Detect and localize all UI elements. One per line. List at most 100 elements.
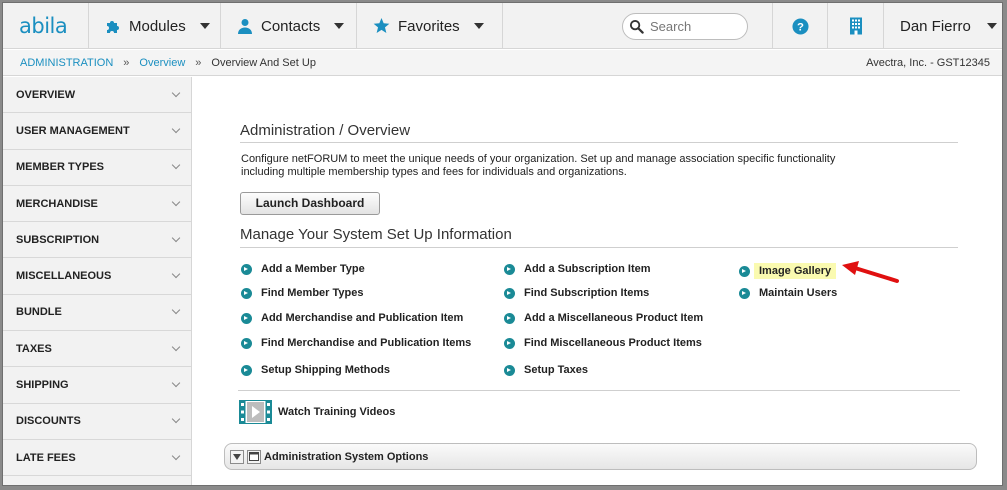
divider — [240, 142, 958, 143]
abila-logo[interactable]: abila — [3, 3, 89, 49]
link-arrow-icon — [504, 263, 515, 275]
breadcrumb: ADMINISTRATION » Overview » Overview And… — [3, 50, 1002, 76]
user-menu-button[interactable]: Dan Fierro — [884, 3, 1002, 49]
favorites-label: Favorites — [398, 17, 460, 35]
launch-dashboard-button[interactable]: Launch Dashboard — [240, 192, 380, 215]
organization-label: Avectra, Inc. - GST12345 — [866, 57, 990, 69]
sidebar-item-taxes[interactable]: TAXES — [3, 331, 191, 368]
link-label: Find Merchandise and Publication Items — [261, 337, 472, 349]
link-arrow-icon — [739, 265, 750, 277]
link-arrow-icon — [504, 364, 515, 376]
main-content: Administration / Overview Configure netF… — [193, 77, 1002, 485]
chevron-down-icon — [171, 306, 181, 315]
setup-taxes-link[interactable]: Setup Taxes — [504, 364, 588, 376]
chevron-down-icon — [171, 342, 181, 351]
breadcrumb-separator: » — [195, 56, 202, 69]
link-label: Image Gallery — [754, 263, 837, 279]
svg-text:?: ? — [797, 21, 804, 33]
chevron-down-icon — [171, 415, 181, 424]
link-label: Add a Member Type — [261, 263, 365, 275]
search-icon — [629, 19, 644, 34]
contacts-menu-button[interactable]: Contacts — [221, 3, 357, 49]
sidebar-item-member-types[interactable]: MEMBER TYPES — [3, 150, 191, 186]
find-member-types-link[interactable]: Find Member Types — [241, 287, 363, 299]
modules-menu-button[interactable]: Modules — [89, 3, 221, 49]
link-arrow-icon — [739, 287, 750, 299]
chevron-down-icon — [171, 269, 181, 279]
contacts-label: Contacts — [261, 17, 321, 35]
link-arrow-icon — [504, 337, 515, 349]
collapse-icon[interactable] — [230, 449, 244, 464]
link-arrow-icon — [241, 337, 252, 349]
user-name: Dan Fierro — [900, 17, 971, 35]
chevron-down-icon — [171, 160, 181, 170]
help-button[interactable]: ? — [772, 3, 828, 49]
divider — [240, 247, 958, 248]
link-arrow-icon — [504, 287, 515, 299]
link-arrow-icon — [241, 263, 252, 275]
watch-training-videos-link[interactable]: Watch Training Videos — [239, 400, 395, 424]
sidebar-item-label: MERCHANDISE — [16, 197, 98, 210]
sidebar-item-bundle[interactable]: BUNDLE — [3, 295, 191, 332]
sidebar-item-label: SHIPPING — [16, 379, 69, 392]
chevron-down-icon — [171, 378, 181, 388]
image-gallery-link[interactable]: Image Gallery — [739, 263, 837, 279]
organization-button[interactable] — [828, 3, 884, 49]
find-misc-product-link[interactable]: Find Miscellaneous Product Items — [504, 337, 702, 349]
link-arrow-icon — [241, 287, 252, 299]
sidebar-item-user-management[interactable]: USER MANAGEMENT — [3, 113, 191, 150]
person-icon — [238, 19, 252, 34]
sidebar-item-label: MISCELLANEOUS — [16, 270, 112, 283]
sidebar-item-label: DISCOUNTS — [16, 415, 81, 428]
film-icon — [239, 400, 272, 424]
add-merchandise-link[interactable]: Add Merchandise and Publication Item — [241, 312, 463, 324]
add-misc-product-link[interactable]: Add a Miscellaneous Product Item — [504, 312, 703, 324]
page-description: Configure netFORUM to meet the unique ne… — [241, 153, 836, 178]
link-label: Find Subscription Items — [524, 287, 650, 299]
breadcrumb-administration[interactable]: ADMINISTRATION — [20, 57, 113, 69]
top-navigation-bar: abila Modules Contacts Favorites ? — [3, 3, 1002, 49]
window-icon[interactable] — [247, 449, 261, 464]
maintain-users-link[interactable]: Maintain Users — [739, 287, 837, 299]
chevron-down-icon — [199, 23, 210, 29]
sidebar-item-merchandise[interactable]: MERCHANDISE — [3, 186, 191, 223]
breadcrumb-overview[interactable]: Overview — [139, 57, 185, 69]
link-label: Setup Taxes — [524, 364, 588, 376]
sidebar-item-label: MEMBER TYPES — [16, 161, 105, 174]
modules-label: Modules — [129, 17, 186, 35]
sidebar-item-label: BUNDLE — [16, 306, 62, 319]
find-subscription-items-link[interactable]: Find Subscription Items — [504, 287, 649, 299]
link-label: Maintain Users — [759, 287, 838, 299]
link-arrow-icon — [241, 312, 252, 324]
sidebar-item-miscellaneous[interactable]: MISCELLANEOUS — [3, 258, 191, 295]
sidebar-item-shipping[interactable]: SHIPPING — [3, 367, 191, 404]
page-title: Administration / Overview — [240, 122, 411, 139]
favorites-menu-button[interactable]: Favorites — [357, 3, 503, 49]
sidebar: OVERVIEW USER MANAGEMENT MEMBER TYPES ME… — [3, 77, 192, 485]
divider — [238, 390, 960, 391]
system-options-panel[interactable]: Administration System Options — [224, 443, 977, 470]
find-merchandise-link[interactable]: Find Merchandise and Publication Items — [241, 337, 471, 349]
sidebar-item-discounts[interactable]: DISCOUNTS — [3, 404, 191, 440]
sidebar-item-label: USER MANAGEMENT — [16, 124, 130, 137]
link-label: Find Member Types — [261, 287, 364, 299]
setup-shipping-link[interactable]: Setup Shipping Methods — [241, 364, 390, 376]
add-subscription-item-link[interactable]: Add a Subscription Item — [504, 263, 651, 275]
chevron-down-icon — [334, 23, 345, 29]
link-label: Setup Shipping Methods — [261, 364, 390, 376]
chevron-down-icon — [171, 451, 181, 460]
link-label: Add Merchandise and Publication Item — [261, 312, 464, 324]
sidebar-item-subscription[interactable]: SUBSCRIPTION — [3, 222, 191, 259]
add-member-type-link[interactable]: Add a Member Type — [241, 263, 365, 275]
sidebar-item-late-fees[interactable]: LATE FEES — [3, 440, 191, 477]
chevron-down-icon — [171, 88, 181, 97]
search-container — [622, 3, 772, 49]
chevron-down-icon — [171, 124, 181, 134]
search-input[interactable] — [650, 18, 740, 34]
sidebar-item-overview[interactable]: OVERVIEW — [3, 77, 191, 114]
search-box[interactable] — [622, 12, 748, 40]
building-icon — [849, 17, 862, 35]
app-window: abila Modules Contacts Favorites ? — [2, 2, 1003, 486]
training-label: Watch Training Videos — [278, 406, 396, 418]
puzzle-icon — [107, 21, 119, 33]
